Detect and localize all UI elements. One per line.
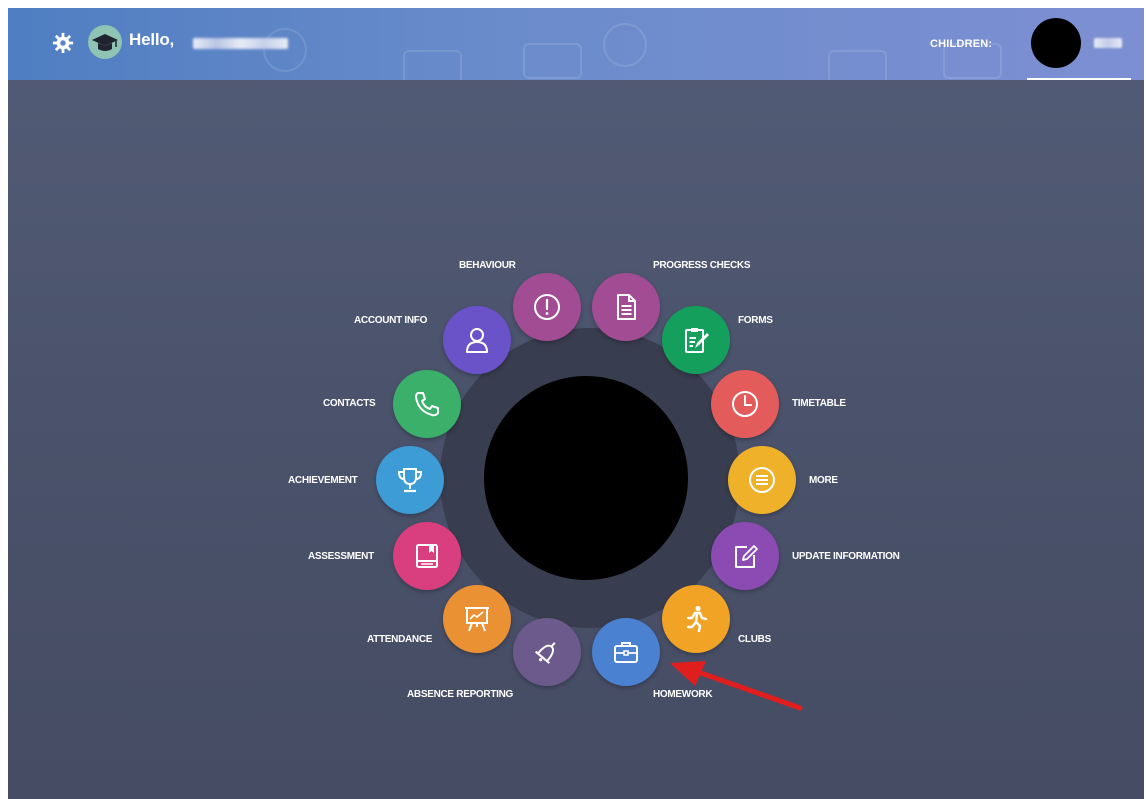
phone-icon — [415, 392, 439, 417]
progress-checks-button[interactable] — [592, 273, 660, 341]
more-button[interactable] — [728, 446, 796, 514]
background-doodle — [603, 23, 647, 67]
attendance-label[interactable]: ATTENDANCE — [367, 634, 432, 645]
achievement-button[interactable] — [376, 446, 444, 514]
person-icon — [466, 328, 488, 353]
center-photo-circle — [484, 376, 688, 580]
timetable-label[interactable]: TIMETABLE — [792, 398, 846, 409]
more-label[interactable]: MORE — [809, 475, 838, 486]
annotation-arrow — [670, 661, 803, 711]
background-doodle — [828, 50, 887, 80]
bell-icon — [534, 642, 556, 664]
graduation-cap-icon — [92, 34, 118, 51]
children-label: CHILDREN: — [930, 38, 993, 50]
background-doodle — [403, 50, 462, 80]
forms-label[interactable]: FORMS — [738, 315, 773, 326]
absence-reporting-label[interactable]: ABSENCE REPORTING — [407, 689, 513, 700]
clock-icon — [732, 391, 758, 417]
child-name-blurred[interactable] — [1094, 38, 1122, 48]
behaviour-button[interactable] — [513, 273, 581, 341]
contacts-label[interactable]: CONTACTS — [323, 398, 376, 409]
list-icon — [749, 467, 775, 493]
gear-icon[interactable] — [52, 32, 74, 54]
pencil-square-icon — [735, 545, 758, 568]
update-information-label[interactable]: UPDATE INFORMATION — [792, 551, 900, 562]
document-icon — [617, 294, 636, 320]
progress-checks-label[interactable]: PROGRESS CHECKS — [653, 260, 750, 271]
background-doodle — [263, 28, 307, 72]
attendance-button[interactable] — [443, 585, 511, 653]
user-avatar — [88, 25, 122, 59]
account-info-button[interactable] — [443, 306, 511, 374]
absence-reporting-button[interactable] — [513, 618, 581, 686]
user-name-blurred — [193, 38, 288, 49]
running-icon — [686, 605, 708, 633]
exclamation-icon — [534, 294, 560, 320]
selected-child-indicator — [1027, 78, 1131, 80]
form-edit-icon — [685, 328, 709, 353]
presentation-board-icon — [465, 607, 489, 632]
header-bar: Hello, CHILDREN: — [8, 8, 1144, 80]
assessment-button[interactable] — [393, 522, 461, 590]
book-icon — [416, 544, 438, 568]
clubs-button[interactable] — [662, 585, 730, 653]
account-info-label[interactable]: ACCOUNT INFO — [354, 315, 427, 326]
background-doodle — [523, 43, 582, 79]
timetable-button[interactable] — [711, 370, 779, 438]
homework-button[interactable] — [592, 618, 660, 686]
briefcase-icon — [614, 642, 638, 663]
contacts-button[interactable] — [393, 370, 461, 438]
app-frame: Hello, CHILDREN: BEHAVIOUR PROGRESS CHEC… — [8, 8, 1144, 799]
behaviour-label[interactable]: BEHAVIOUR — [459, 260, 516, 271]
update-information-button[interactable] — [711, 522, 779, 590]
assessment-label[interactable]: ASSESSMENT — [308, 551, 374, 562]
clubs-label[interactable]: CLUBS — [738, 634, 771, 645]
trophy-icon — [397, 468, 423, 493]
achievement-label[interactable]: ACHIEVEMENT — [288, 475, 358, 486]
greeting-text: Hello, — [129, 30, 175, 49]
child-avatar[interactable] — [1031, 18, 1081, 68]
forms-button[interactable] — [662, 306, 730, 374]
